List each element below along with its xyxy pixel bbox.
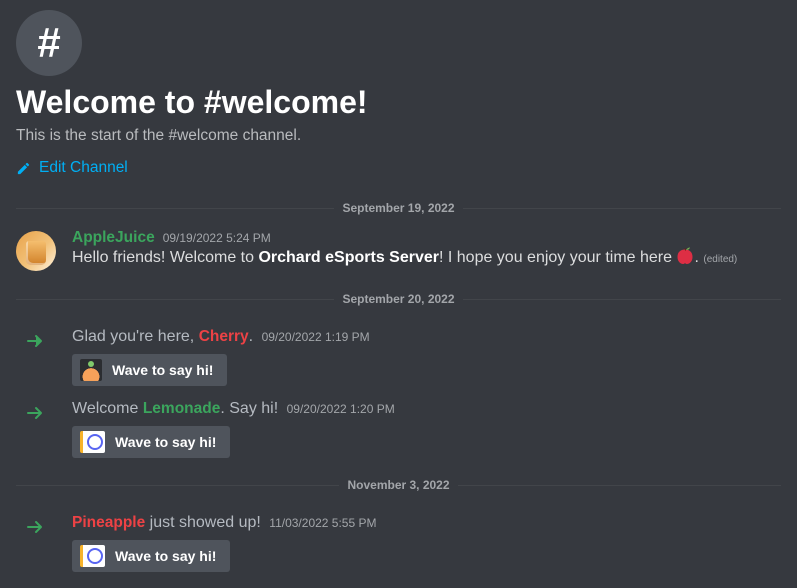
date-divider-label: November 3, 2022: [339, 478, 457, 492]
mention-user[interactable]: Cherry: [199, 328, 249, 345]
message-timestamp: 11/03/2022 5:55 PM: [269, 516, 376, 530]
wave-button[interactable]: Wave to say hi!: [72, 426, 230, 458]
date-divider-label: September 20, 2022: [334, 292, 462, 306]
message-timestamp: 09/19/2022 5:24 PM: [163, 231, 271, 245]
wave-button[interactable]: Wave to say hi!: [72, 540, 230, 572]
edit-channel-label: Edit Channel: [39, 159, 128, 177]
chat-message[interactable]: AppleJuice 09/19/2022 5:24 PM Hello frie…: [16, 223, 781, 272]
mention-user[interactable]: Pineapple: [72, 514, 145, 531]
message-content: Hello friends! Welcome to Orchard eSport…: [72, 247, 781, 272]
join-arrow-icon: [27, 404, 45, 422]
wave-sticker-icon: [80, 431, 105, 453]
date-divider-label: September 19, 2022: [334, 201, 462, 215]
system-message-text: Pineapple just showed up! 11/03/2022 5:5…: [72, 514, 781, 532]
date-divider: November 3, 2022: [16, 476, 781, 494]
message-author[interactable]: AppleJuice: [72, 229, 155, 247]
system-join-message[interactable]: Welcome Lemonade. Say hi! 09/20/2022 1:2…: [16, 386, 781, 458]
hash-icon: #: [37, 22, 60, 64]
avatar[interactable]: [16, 231, 56, 271]
date-divider: September 19, 2022: [16, 199, 781, 217]
join-arrow-icon: [27, 332, 45, 350]
pencil-icon: [16, 161, 31, 176]
channel-hash-avatar: #: [16, 10, 82, 76]
system-join-message[interactable]: Pineapple just showed up! 11/03/2022 5:5…: [16, 500, 781, 572]
edit-channel-link[interactable]: Edit Channel: [16, 159, 128, 177]
channel-title: Welcome to #welcome!: [16, 84, 781, 121]
wave-sticker-icon: [80, 545, 105, 567]
system-message-text: Welcome Lemonade. Say hi! 09/20/2022 1:2…: [72, 400, 781, 418]
channel-subtitle: This is the start of the #welcome channe…: [16, 127, 781, 145]
system-join-message[interactable]: Glad you're here, Cherry. 09/20/2022 1:1…: [16, 314, 781, 386]
wave-button-label: Wave to say hi!: [115, 548, 216, 564]
wave-button[interactable]: Wave to say hi!: [72, 354, 227, 386]
message-timestamp: 09/20/2022 1:20 PM: [287, 402, 395, 416]
wave-button-label: Wave to say hi!: [112, 362, 213, 378]
red-apple-emoji: [676, 247, 694, 272]
channel-welcome-region: # Welcome to #welcome! This is the start…: [0, 0, 797, 572]
system-message-text: Glad you're here, Cherry. 09/20/2022 1:1…: [72, 328, 781, 346]
mention-user[interactable]: Lemonade: [143, 400, 221, 417]
wave-sticker-icon: [80, 359, 102, 381]
message-timestamp: 09/20/2022 1:19 PM: [262, 330, 370, 344]
join-arrow-icon: [27, 518, 45, 536]
wave-button-label: Wave to say hi!: [115, 434, 216, 450]
edited-indicator: (edited): [703, 254, 737, 265]
date-divider: September 20, 2022: [16, 290, 781, 308]
